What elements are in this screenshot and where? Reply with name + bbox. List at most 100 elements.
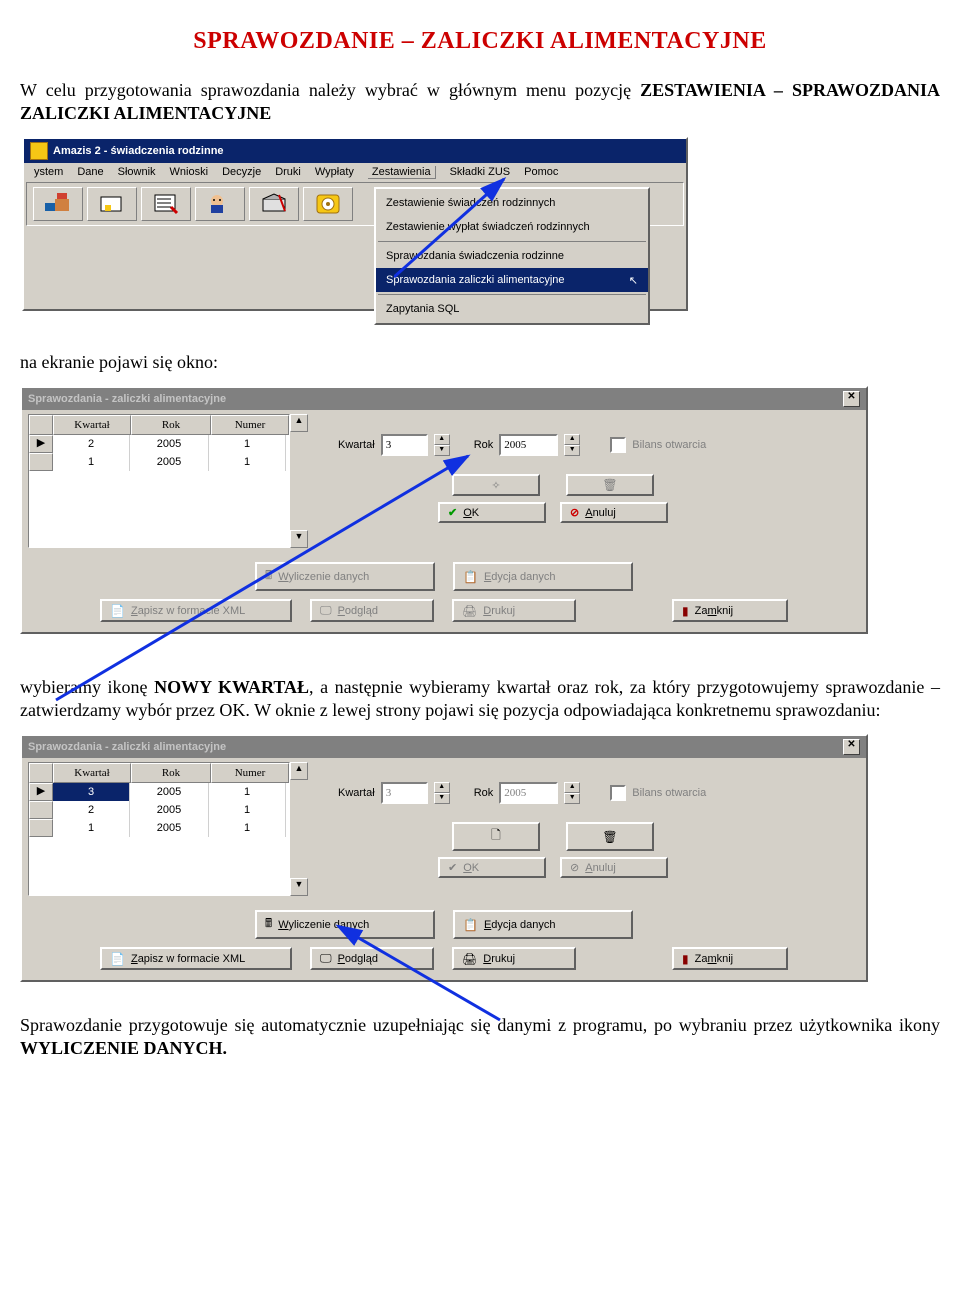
rok-input[interactable]: 2005 xyxy=(499,434,558,456)
kwartal-spinner[interactable]: ▲▼ xyxy=(434,434,450,456)
dialog2-titlebar: Sprawozdania - zaliczki alimentacyjne ✕ xyxy=(22,736,866,758)
grid-header-numer[interactable]: Numer xyxy=(211,415,289,435)
menu-dane[interactable]: Dane xyxy=(77,166,103,179)
grid-header-rok[interactable]: Rok xyxy=(131,415,211,435)
calc-icon xyxy=(265,566,272,587)
cancel-button[interactable]: ⊘Anuluj xyxy=(560,857,668,878)
filter-row: Kwartał 3 ▲▼ Rok 2005 ▲▼ Bilans otwarcia xyxy=(338,434,768,456)
dd-item-sel-text: Sprawozdania zaliczki alimentacyjne xyxy=(386,274,565,286)
dd-item-sprawozdania-zaliczki[interactable]: Sprawozdania zaliczki alimentacyjne ↖ xyxy=(376,268,648,292)
kwartal-spinner[interactable]: ▲▼ xyxy=(434,782,450,804)
scroll-up-icon[interactable]: ▲ xyxy=(290,762,308,780)
bilans-checkbox[interactable] xyxy=(610,785,626,801)
preview-icon xyxy=(320,951,332,966)
scroll-down-icon[interactable]: ▼ xyxy=(290,878,308,896)
edycja-button[interactable]: Edycja danych xyxy=(453,910,633,939)
scroll-down-icon[interactable]: ▼ xyxy=(290,530,308,548)
paragraph-3: wybieramy ikonę NOWY KWARTAŁ, a następni… xyxy=(20,676,940,722)
preview-icon xyxy=(320,603,332,618)
menu-decyzje[interactable]: Decyzje xyxy=(222,166,261,179)
edit-icon xyxy=(463,570,478,584)
scroll-up-icon[interactable]: ▲ xyxy=(290,414,308,432)
rok-spinner[interactable]: ▲▼ xyxy=(564,434,580,456)
menu-slownik[interactable]: Słownik xyxy=(118,166,156,179)
dd-item-zapytania-sql[interactable]: Zapytania SQL xyxy=(376,297,648,321)
wyliczenie-button[interactable]: Wyliczenie danych xyxy=(255,562,435,591)
wyliczenie-button[interactable]: Wyliczenie danych xyxy=(255,910,435,939)
table-row[interactable]: ▶ 2 2005 1 xyxy=(29,435,289,453)
kwartal-label: Kwartał xyxy=(338,439,375,451)
kwartal-input[interactable]: 3 xyxy=(381,434,428,456)
toolbar-btn-1[interactable] xyxy=(33,187,83,221)
edycja-button[interactable]: Edycja danych xyxy=(453,562,633,591)
ok-button[interactable]: ✔OK xyxy=(438,857,546,878)
cell-r: 2005 xyxy=(130,453,209,471)
dd-item-sprawozdania-rodzinne[interactable]: Sprawozdania świadczenia rodzinne xyxy=(376,244,648,268)
grid-header-rok[interactable]: Rok xyxy=(131,763,211,783)
close-icon[interactable]: ✕ xyxy=(843,391,860,407)
drukuj-button[interactable]: Drukuj xyxy=(452,947,576,970)
new-quarter-button[interactable] xyxy=(452,822,540,851)
menu-pomoc[interactable]: Pomoc xyxy=(524,166,558,179)
cell-n: 1 xyxy=(209,783,286,801)
zapisz-xml-button[interactable]: Zapisz w formacie XML xyxy=(100,599,292,622)
cell-k: 2 xyxy=(53,801,130,819)
toolbar-btn-6[interactable] xyxy=(303,187,353,221)
menu-skladki-zus[interactable]: Składki ZUS xyxy=(450,166,511,179)
ok-button[interactable]: ✔OK xyxy=(438,502,546,523)
table-row[interactable]: ▶ 3 2005 1 xyxy=(29,783,289,801)
table-row[interactable]: 1 2005 1 xyxy=(29,453,289,471)
table-row[interactable]: 1 2005 1 xyxy=(29,819,289,837)
row-pointer-icon: ▶ xyxy=(29,783,53,801)
table-row[interactable]: 2 2005 1 xyxy=(29,801,289,819)
delete-button[interactable] xyxy=(566,822,654,851)
cell-n: 1 xyxy=(209,435,286,453)
menubar: ystem Dane Słownik Wnioski Decyzje Druki… xyxy=(24,163,686,182)
row-blank-icon xyxy=(29,819,53,837)
toolbar-btn-4[interactable] xyxy=(195,187,245,221)
dd-item-zestawienie-wyplat[interactable]: Zestawienie wypłat świadczeń rodzinnych xyxy=(376,215,648,239)
menu-system[interactable]: ystem xyxy=(34,166,63,179)
podglad-button[interactable]: Podgląd xyxy=(310,599,434,622)
calc-icon xyxy=(265,914,272,935)
scrollbar-v[interactable]: ▲ ▼ xyxy=(290,414,308,548)
screenshot-dialog-1: Sprawozdania - zaliczki alimentacyjne ✕ … xyxy=(20,386,868,634)
zapisz-xml-button[interactable]: Zapisz w formacie XML xyxy=(100,947,292,970)
toolbar-btn-3[interactable] xyxy=(141,187,191,221)
scrollbar-v[interactable]: ▲ ▼ xyxy=(290,762,308,896)
cancel-button[interactable]: ⊘Anuluj xyxy=(560,502,668,523)
zamknij-button[interactable]: Zamknij xyxy=(672,599,788,622)
bilans-checkbox[interactable] xyxy=(610,437,626,453)
toolbar-btn-5[interactable] xyxy=(249,187,299,221)
p4-bold: WYLICZENIE DANYCH. xyxy=(20,1038,227,1058)
intro-text-1: W celu przygotowania sprawozdania należy… xyxy=(20,80,640,100)
new-quarter-button[interactable]: ✧ xyxy=(452,474,540,496)
close-icon[interactable]: ✕ xyxy=(843,739,860,755)
drukuj-button[interactable]: Drukuj xyxy=(452,599,576,622)
ok-text: K xyxy=(472,507,479,519)
delete-button[interactable] xyxy=(566,474,654,496)
bilans-label: Bilans otwarcia xyxy=(632,787,706,799)
grid-header-numer[interactable]: Numer xyxy=(211,763,289,783)
menu-zestawienia[interactable]: Zestawienia xyxy=(368,166,436,179)
row-blank-icon xyxy=(29,801,53,819)
grid-header-kwartal[interactable]: Kwartał xyxy=(53,415,131,435)
rok-spinner[interactable]: ▲▼ xyxy=(564,782,580,804)
zamknij-button[interactable]: Zamknij xyxy=(672,947,788,970)
toolbar-btn-2[interactable] xyxy=(87,187,137,221)
p3-bold: NOWY KWARTAŁ xyxy=(154,677,309,697)
menu-wnioski[interactable]: Wnioski xyxy=(170,166,209,179)
rok-input[interactable]: 2005 xyxy=(499,782,558,804)
menu-druki[interactable]: Druki xyxy=(275,166,301,179)
cancel-icon: ⊘ xyxy=(570,861,579,874)
dd-item-zestawienie-swiadczen[interactable]: Zestawienie świadczeń rodzinnych xyxy=(376,191,648,215)
podglad-button[interactable]: Podgląd xyxy=(310,947,434,970)
row-pointer-icon: ▶ xyxy=(29,435,53,453)
kwartal-input[interactable]: 3 xyxy=(381,782,428,804)
grid-header-kwartal[interactable]: Kwartał xyxy=(53,763,131,783)
edit-icon xyxy=(463,918,478,932)
menu-wyplaty[interactable]: Wypłaty xyxy=(315,166,354,179)
cell-k: 2 xyxy=(53,435,130,453)
cell-k: 3 xyxy=(53,783,130,801)
save-icon xyxy=(110,952,125,966)
